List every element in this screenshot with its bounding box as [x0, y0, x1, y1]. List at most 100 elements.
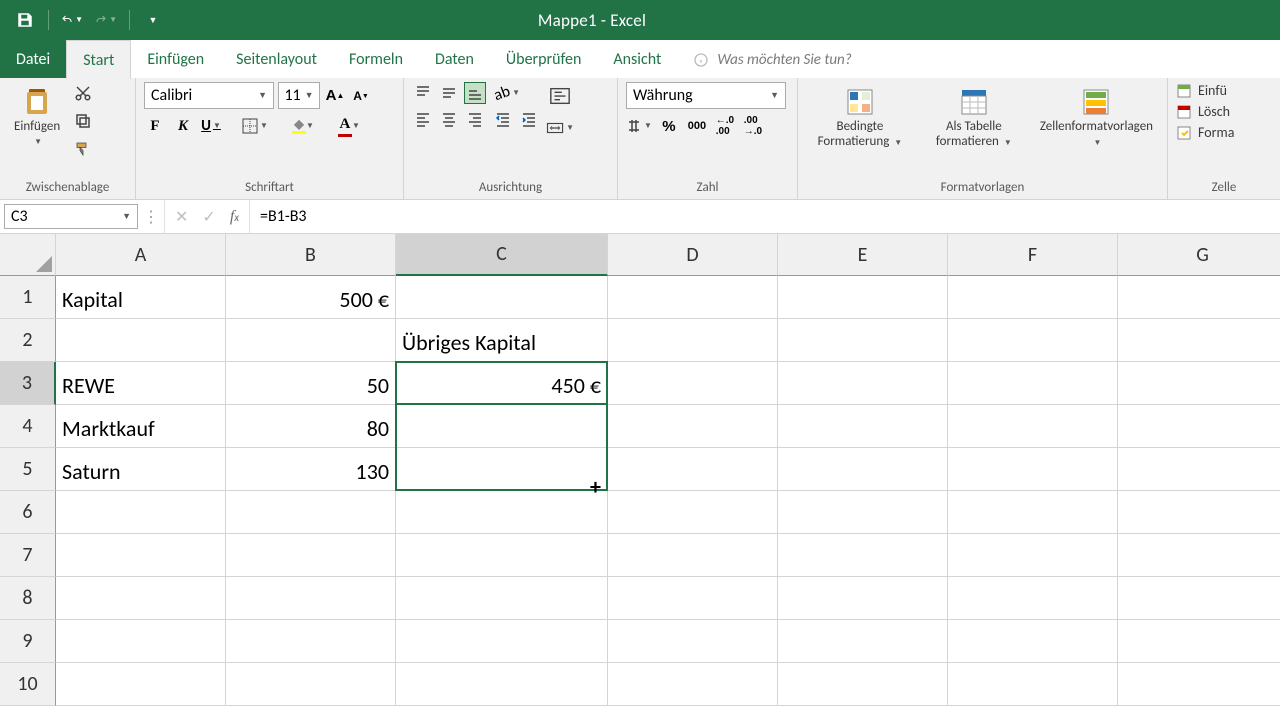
cell-D2[interactable]	[608, 319, 778, 362]
comma-icon[interactable]: 000	[686, 115, 708, 137]
row-header[interactable]: 7	[0, 534, 56, 577]
tab-view[interactable]: Ansicht	[597, 40, 677, 78]
cell-E8[interactable]	[778, 577, 948, 620]
cell-B10[interactable]	[226, 663, 396, 706]
format-as-table-button[interactable]: Als Tabelle formatieren ▼	[920, 82, 1028, 154]
font-name-dropdown[interactable]: Calibri▼	[144, 82, 274, 109]
cell-D10[interactable]	[608, 663, 778, 706]
percent-icon[interactable]: %	[658, 115, 680, 137]
cell-G2[interactable]	[1118, 319, 1280, 362]
decrease-font-icon[interactable]: A▼	[350, 85, 372, 107]
cell-C5[interactable]	[396, 448, 608, 491]
cell-G7[interactable]	[1118, 534, 1280, 577]
cell-styles-button[interactable]: Zellenformatvorlagen ▼	[1034, 82, 1159, 154]
select-all-button[interactable]	[0, 234, 56, 276]
cell-B3[interactable]: 50	[226, 362, 396, 405]
copy-icon[interactable]	[72, 110, 94, 132]
tab-formulas[interactable]: Formeln	[333, 40, 419, 78]
column-header[interactable]: G	[1118, 234, 1280, 276]
cell-F4[interactable]	[948, 405, 1118, 448]
orientation-icon[interactable]: ab▼	[492, 82, 522, 104]
cell-D5[interactable]	[608, 448, 778, 491]
redo-icon[interactable]: ▼	[95, 9, 117, 31]
cell-F5[interactable]	[948, 448, 1118, 491]
cell-F8[interactable]	[948, 577, 1118, 620]
cell-D7[interactable]	[608, 534, 778, 577]
cell-E5[interactable]	[778, 448, 948, 491]
cell-A4[interactable]: Marktkauf	[56, 405, 226, 448]
cell-D4[interactable]	[608, 405, 778, 448]
insert-function-icon[interactable]: fx	[230, 208, 239, 226]
tab-insert[interactable]: Einfügen	[131, 40, 220, 78]
qat-customize-icon[interactable]: ▼	[142, 9, 164, 31]
formula-input[interactable]: =B1-B3	[249, 200, 1280, 233]
cell-A5[interactable]: Saturn	[56, 448, 226, 491]
undo-icon[interactable]: ▼	[61, 9, 83, 31]
cell-C2[interactable]: Übriges Kapital	[396, 319, 608, 362]
row-header[interactable]: 2	[0, 319, 56, 362]
cell-F7[interactable]	[948, 534, 1118, 577]
row-header[interactable]: 1	[0, 276, 56, 319]
align-center-icon[interactable]	[438, 108, 460, 130]
cell-E1[interactable]	[778, 276, 948, 319]
tab-home[interactable]: Start	[66, 40, 131, 79]
cell-F10[interactable]	[948, 663, 1118, 706]
column-header[interactable]: E	[778, 234, 948, 276]
cell-F1[interactable]	[948, 276, 1118, 319]
accounting-format-icon[interactable]: ▼	[626, 115, 652, 137]
font-size-dropdown[interactable]: 11▼	[278, 82, 320, 109]
cell-B8[interactable]	[226, 577, 396, 620]
cell-C7[interactable]	[396, 534, 608, 577]
cell-B4[interactable]: 80	[226, 405, 396, 448]
row-header[interactable]: 3	[0, 362, 56, 405]
cell-B7[interactable]	[226, 534, 396, 577]
column-header[interactable]: A	[56, 234, 226, 276]
cell-G8[interactable]	[1118, 577, 1280, 620]
align-bottom-icon[interactable]	[464, 82, 486, 104]
borders-icon[interactable]: ▼	[242, 115, 268, 137]
cell-C1[interactable]	[396, 276, 608, 319]
cell-C6[interactable]	[396, 491, 608, 534]
align-middle-icon[interactable]	[438, 82, 460, 104]
cell-E9[interactable]	[778, 620, 948, 663]
fill-color-icon[interactable]: ▼	[288, 115, 310, 137]
cell-A1[interactable]: Kapital	[56, 276, 226, 319]
italic-button[interactable]: K	[172, 115, 194, 137]
underline-button[interactable]: U▼	[200, 115, 222, 137]
cell-D3[interactable]	[608, 362, 778, 405]
cell-D9[interactable]	[608, 620, 778, 663]
cell-B9[interactable]	[226, 620, 396, 663]
cancel-formula-icon[interactable]: ✕	[175, 207, 188, 227]
row-header[interactable]: 4	[0, 405, 56, 448]
increase-indent-icon[interactable]	[518, 108, 540, 130]
cell-G3[interactable]	[1118, 362, 1280, 405]
cut-icon[interactable]	[72, 82, 94, 104]
conditional-formatting-button[interactable]: Bedingte Formatierung ▼	[806, 82, 914, 154]
cell-A9[interactable]	[56, 620, 226, 663]
insert-cells-button[interactable]: Einfü	[1176, 82, 1272, 99]
row-header[interactable]: 10	[0, 663, 56, 706]
format-cells-button[interactable]: Forma	[1176, 124, 1272, 141]
cell-G9[interactable]	[1118, 620, 1280, 663]
column-header[interactable]: B	[226, 234, 396, 276]
cell-C8[interactable]	[396, 577, 608, 620]
wrap-text-icon[interactable]	[546, 82, 574, 110]
cell-B6[interactable]	[226, 491, 396, 534]
cell-F2[interactable]	[948, 319, 1118, 362]
align-top-icon[interactable]	[412, 82, 434, 104]
font-color-icon[interactable]: A▼	[334, 115, 356, 137]
row-header[interactable]: 5	[0, 448, 56, 491]
paste-button[interactable]: Einfügen ▼	[8, 82, 66, 151]
cell-A10[interactable]	[56, 663, 226, 706]
bold-button[interactable]: F	[144, 115, 166, 137]
column-header[interactable]: C	[396, 234, 608, 276]
cell-E3[interactable]	[778, 362, 948, 405]
cell-A8[interactable]	[56, 577, 226, 620]
cell-C9[interactable]	[396, 620, 608, 663]
align-left-icon[interactable]	[412, 108, 434, 130]
accept-formula-icon[interactable]: ✓	[202, 207, 215, 227]
row-header[interactable]: 8	[0, 577, 56, 620]
cell-D1[interactable]	[608, 276, 778, 319]
cell-D8[interactable]	[608, 577, 778, 620]
decrease-indent-icon[interactable]	[492, 108, 514, 130]
